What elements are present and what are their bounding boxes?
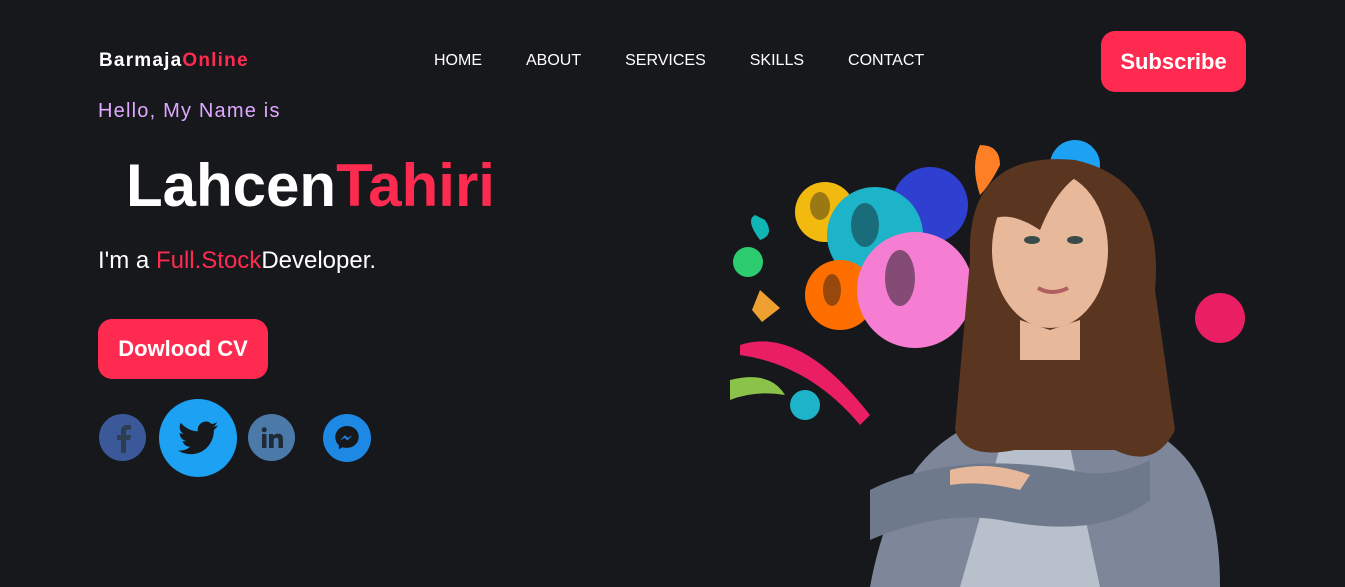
site-logo[interactable]: BarmajaOnline [99,50,249,72]
role-suffix: Developer. [261,247,377,274]
greeting-text: Hello, My Name is [98,100,281,122]
messenger-icon[interactable] [323,414,371,462]
role-prefix: I'm a [98,247,156,274]
hero-name: LahcenTahiri [126,150,495,222]
nav-home[interactable]: HOME [434,52,482,70]
nav-services[interactable]: SERVICES [625,52,706,70]
twitter-icon[interactable] [159,399,237,477]
logo-part-2: Online [182,50,249,71]
first-name: Lahcen [126,152,337,219]
facebook-icon[interactable] [99,414,146,461]
nav-contact[interactable]: CONTACT [848,52,924,70]
role-highlight: Full.Stock [155,247,262,274]
role-line: I'm a Full.StockDeveloper. [98,247,376,275]
linkedin-icon[interactable] [248,414,295,461]
nav-about[interactable]: ABOUT [526,52,581,70]
subscribe-button[interactable]: Subscribe [1101,31,1246,92]
logo-part-1: Barmaja [99,50,183,71]
download-cv-button[interactable]: Dowlood CV [98,319,268,379]
main-nav: HOME ABOUT SERVICES SKILLS CONTACT [434,52,968,70]
nav-skills[interactable]: SKILLS [750,52,804,70]
hero-image [730,140,1245,587]
last-name: Tahiri [336,152,495,219]
